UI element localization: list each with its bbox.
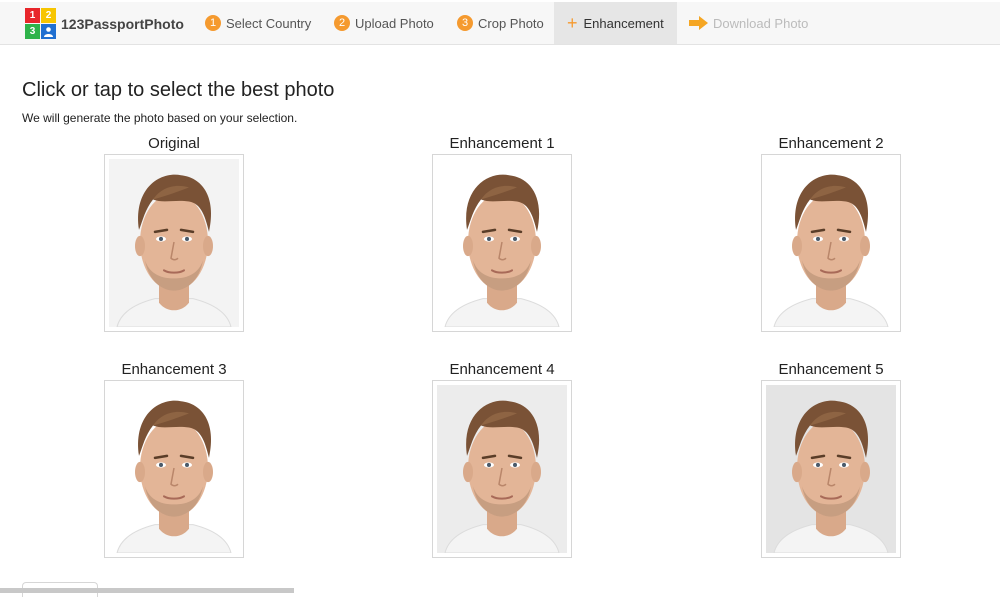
logo-digit: 3 [25,24,40,39]
portrait-image [773,174,889,327]
arrow-right-icon [689,16,708,30]
step-upload-photo[interactable]: 2 Upload Photo [334,2,434,44]
step-select-country[interactable]: 1 Select Country [205,2,311,44]
photo-label: Enhancement 5 [778,361,884,378]
step-enhancement[interactable]: + Enhancement [554,2,677,44]
step-label: Upload Photo [355,15,434,31]
logo-icon: 1 2 3 [25,8,57,40]
portrait-image [773,400,889,553]
photo-label: Enhancement 3 [121,361,227,378]
photo-thumbnail[interactable] [761,380,901,558]
logo-digit: 2 [41,8,56,23]
step-number: 2 [334,15,350,31]
photo-label: Enhancement 4 [449,361,555,378]
step-number: 1 [205,15,221,31]
logo-digit: 1 [25,8,40,23]
step-crop-photo[interactable]: 3 Crop Photo [457,2,544,44]
portrait-image [444,174,560,327]
photo-thumbnail[interactable] [761,154,901,332]
portrait-image [116,174,232,327]
step-label: Enhancement [583,15,664,31]
photo-label: Enhancement 2 [778,135,884,152]
page-title: Click or tap to select the best photo [22,79,335,101]
plus-icon: + [567,13,578,33]
step-number: 3 [457,15,473,31]
horizontal-scrollbar[interactable] [0,588,294,593]
top-navbar: 1 2 3 123PassportPhoto 1 Select Country … [0,2,1000,45]
page-subtitle: We will generate the photo based on your… [22,111,298,125]
photo-thumbnail[interactable] [432,380,572,558]
photo-label: Original [148,135,200,152]
brand[interactable]: 1 2 3 123PassportPhoto [25,8,184,40]
step-label: Download Photo [713,15,809,31]
person-icon [41,24,56,39]
photo-thumbnail[interactable] [432,154,572,332]
photo-thumbnail[interactable] [104,154,244,332]
portrait-image [116,400,232,553]
step-label: Select Country [226,15,312,31]
step-label: Crop Photo [478,15,544,31]
photo-thumbnail[interactable] [104,380,244,558]
photo-label: Enhancement 1 [449,135,555,152]
step-download-photo: Download Photo [689,2,808,44]
brand-name: 123PassportPhoto [61,16,184,32]
portrait-image [444,400,560,553]
